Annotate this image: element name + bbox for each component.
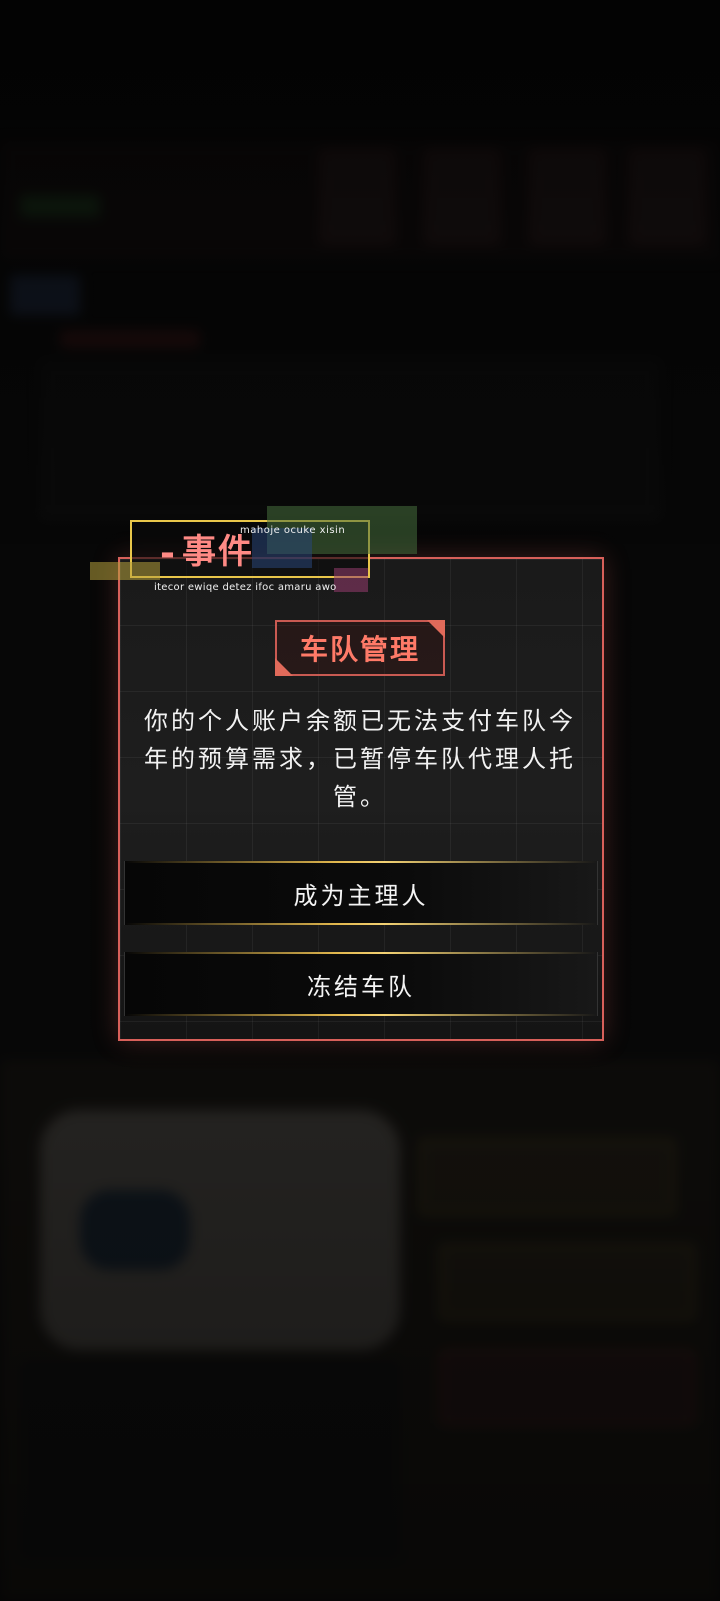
become-manager-button[interactable]: 成为主理人 (124, 861, 598, 925)
event-tag: - 事件 mahoje ocuke xisin itecor ewiqe det… (90, 506, 417, 593)
dialog-heading-box: 车队管理 (275, 620, 445, 676)
event-dash: - (160, 533, 175, 574)
glitch-decoration (90, 562, 160, 580)
dialog-message: 你的个人账户余额已无法支付车队今年的预算需求，已暂停车队代理人托管。 (144, 707, 576, 811)
freeze-team-button[interactable]: 冻结车队 (124, 952, 598, 1016)
event-subtitle-top: mahoje ocuke xisin (240, 525, 346, 536)
glitch-decoration (334, 568, 368, 592)
event-title: 事件 (182, 532, 254, 572)
event-subtitle-bottom: itecor ewiqe detez ifoc amaru awo (154, 582, 337, 593)
dialog-heading: 车队管理 (299, 633, 420, 666)
